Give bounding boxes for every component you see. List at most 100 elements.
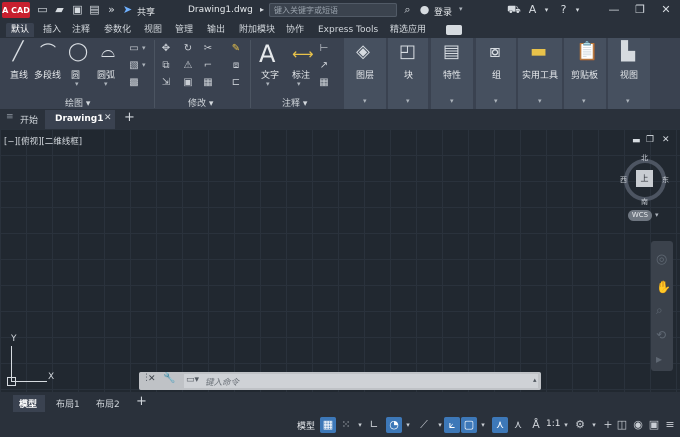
tab-insert[interactable]: 插入 <box>43 23 61 37</box>
modify-panel-title[interactable]: 修改 ▾ <box>188 96 213 109</box>
tab-annotate[interactable]: 注释 <box>72 23 90 37</box>
zoom-extents-icon[interactable]: ⌕ <box>656 303 663 318</box>
array-icon[interactable]: ▦ <box>202 77 214 89</box>
more-tools-icon[interactable]: » <box>105 4 118 16</box>
text-tool-label[interactable]: 文字 <box>261 68 279 81</box>
showmotion-icon[interactable]: ▸ <box>656 352 662 366</box>
tab-start[interactable]: 开始 <box>20 113 38 126</box>
command-line-close-icon[interactable]: ✕ <box>148 374 156 384</box>
search-input[interactable]: 键入关键字或短语 <box>269 3 397 17</box>
login-dropdown-icon[interactable]: ▾ <box>459 5 463 13</box>
utilities-expand-icon[interactable]: ▾ <box>538 97 542 105</box>
viewport-minimize-icon[interactable]: ▬ <box>632 136 641 146</box>
stretch-icon[interactable]: ⇲ <box>160 77 172 89</box>
isolate-objects-icon[interactable]: ◉ <box>630 417 646 433</box>
draw-panel-title[interactable]: 绘图 ▾ <box>65 96 90 109</box>
rectangle-icon[interactable]: ▭ <box>128 43 140 55</box>
customization-menu-icon[interactable]: ≡ <box>662 417 678 433</box>
help-dropdown-icon[interactable]: ▾ <box>571 4 584 16</box>
object-snap-tracking-icon[interactable]: ⟀ <box>444 417 460 433</box>
command-prompt-icon[interactable]: ▭▾ <box>186 375 199 385</box>
drawing-canvas[interactable] <box>0 129 680 392</box>
share-icon[interactable]: ➤ <box>121 4 134 16</box>
save-as-icon[interactable]: ▤ <box>88 4 101 16</box>
view-expand-icon[interactable]: ▾ <box>626 97 630 105</box>
hatch-dropdown-icon[interactable]: ▾ <box>142 61 146 69</box>
tab-addins[interactable]: 附加模块 <box>239 23 275 37</box>
app-logo[interactable]: A CAD <box>2 2 30 18</box>
new-file-icon[interactable]: ▭ <box>36 4 49 16</box>
properties-expand-icon[interactable]: ▾ <box>450 97 454 105</box>
units-icon[interactable]: ◫ <box>614 417 630 433</box>
close-tab-icon[interactable]: ✕ <box>104 113 112 123</box>
osnap-dropdown-icon[interactable]: ▾ <box>475 417 491 433</box>
save-icon[interactable]: ▣ <box>71 4 84 16</box>
trim-icon[interactable]: ✂ <box>202 43 214 55</box>
user-icon[interactable]: ● <box>418 4 431 16</box>
close-button[interactable]: ✕ <box>656 3 676 17</box>
ribbon-toggle-icon[interactable] <box>446 25 462 35</box>
fillet-icon[interactable]: ⌐ <box>202 60 214 72</box>
circle-dropdown-icon[interactable]: ▾ <box>75 80 79 88</box>
share-label[interactable]: 共享 <box>137 5 155 18</box>
polar-dropdown-icon[interactable]: ▾ <box>400 417 416 433</box>
groups-expand-icon[interactable]: ▾ <box>494 97 498 105</box>
command-customize-icon[interactable]: 🔧 <box>163 373 175 384</box>
rotate-icon[interactable]: ↻ <box>182 43 194 55</box>
isodraft-icon[interactable]: ⟋ <box>416 417 432 433</box>
minimize-button[interactable]: — <box>604 3 624 17</box>
circle-tool-icon[interactable]: ◯ <box>68 43 88 61</box>
pan-icon[interactable]: ✋ <box>656 280 671 294</box>
block-expand-icon[interactable]: ▾ <box>406 97 410 105</box>
ortho-icon[interactable]: ∟ <box>366 417 382 433</box>
viewcube-west[interactable]: 西 <box>620 175 627 185</box>
clipboard-expand-icon[interactable]: ▾ <box>582 97 586 105</box>
tab-layout1[interactable]: 布局1 <box>56 397 80 410</box>
login-button[interactable]: 登录 <box>434 5 452 18</box>
text-tool-icon[interactable]: A <box>259 40 275 68</box>
help-icon[interactable]: ? <box>557 4 570 16</box>
arc-dropdown-icon[interactable]: ▾ <box>104 80 108 88</box>
tab-parametric[interactable]: 参数化 <box>104 23 131 37</box>
add-tab-icon[interactable]: + <box>124 110 135 125</box>
annotation-panel-title[interactable]: 注释 ▾ <box>282 96 307 109</box>
explode-icon[interactable]: ⧈ <box>230 60 242 72</box>
model-space-button[interactable]: 模型 <box>297 419 315 432</box>
copy-icon[interactable]: ⧉ <box>160 60 172 72</box>
arc-tool-icon[interactable]: ⌓ <box>100 43 116 61</box>
polyline-tool-icon[interactable]: ⌒ <box>40 44 56 60</box>
wcs-dropdown-icon[interactable]: ▾ <box>655 211 659 219</box>
viewcube-north[interactable]: 北 <box>641 153 648 163</box>
move-icon[interactable]: ✥ <box>160 43 172 55</box>
add-layout-icon[interactable]: + <box>136 394 147 409</box>
linear-dim-icon[interactable]: ⊢ <box>318 43 330 55</box>
file-menu-icon[interactable]: ≡ <box>6 112 14 122</box>
scale-icon[interactable]: ▣ <box>182 77 194 89</box>
leader-icon[interactable]: ↗ <box>318 60 330 72</box>
viewport-controls-label[interactable]: [−][俯视][二维线框] <box>4 135 82 147</box>
tab-view[interactable]: 视图 <box>144 23 162 37</box>
a360-dropdown-icon[interactable]: ▾ <box>540 4 553 16</box>
autodesk-a360-icon[interactable]: A <box>526 4 539 16</box>
grid-toggle-icon[interactable]: ▦ <box>320 417 336 433</box>
offset-icon[interactable]: ⊏ <box>230 77 242 89</box>
dimension-tool-label[interactable]: 标注 <box>292 68 310 81</box>
clean-screen-icon[interactable]: ▣ <box>646 417 662 433</box>
line-tool-icon[interactable]: ╱ <box>10 43 26 61</box>
viewcube-south[interactable]: 南 <box>641 197 648 207</box>
wcs-menu[interactable]: WCS <box>628 210 652 221</box>
viewcube-east[interactable]: 东 <box>662 175 669 185</box>
tab-express-tools[interactable]: Express Tools <box>318 23 378 37</box>
line-tool-label[interactable]: 直线 <box>10 68 28 81</box>
search-icon[interactable]: ⌕ <box>401 4 414 16</box>
rectangle-dropdown-icon[interactable]: ▾ <box>142 44 146 52</box>
dimension-tool-icon[interactable]: ⟷ <box>292 46 314 62</box>
erase-icon[interactable]: ✎ <box>230 43 242 55</box>
table-icon[interactable]: ▦ <box>318 77 330 89</box>
mirror-icon[interactable]: ⚠ <box>182 60 194 72</box>
layers-expand-icon[interactable]: ▾ <box>363 97 367 105</box>
annotation-visibility-icon[interactable]: ⋏ <box>492 417 508 433</box>
viewport-close-icon[interactable]: ✕ <box>662 135 670 145</box>
open-folder-icon[interactable]: ▰ <box>53 4 66 16</box>
polyline-tool-label[interactable]: 多段线 <box>34 68 61 81</box>
